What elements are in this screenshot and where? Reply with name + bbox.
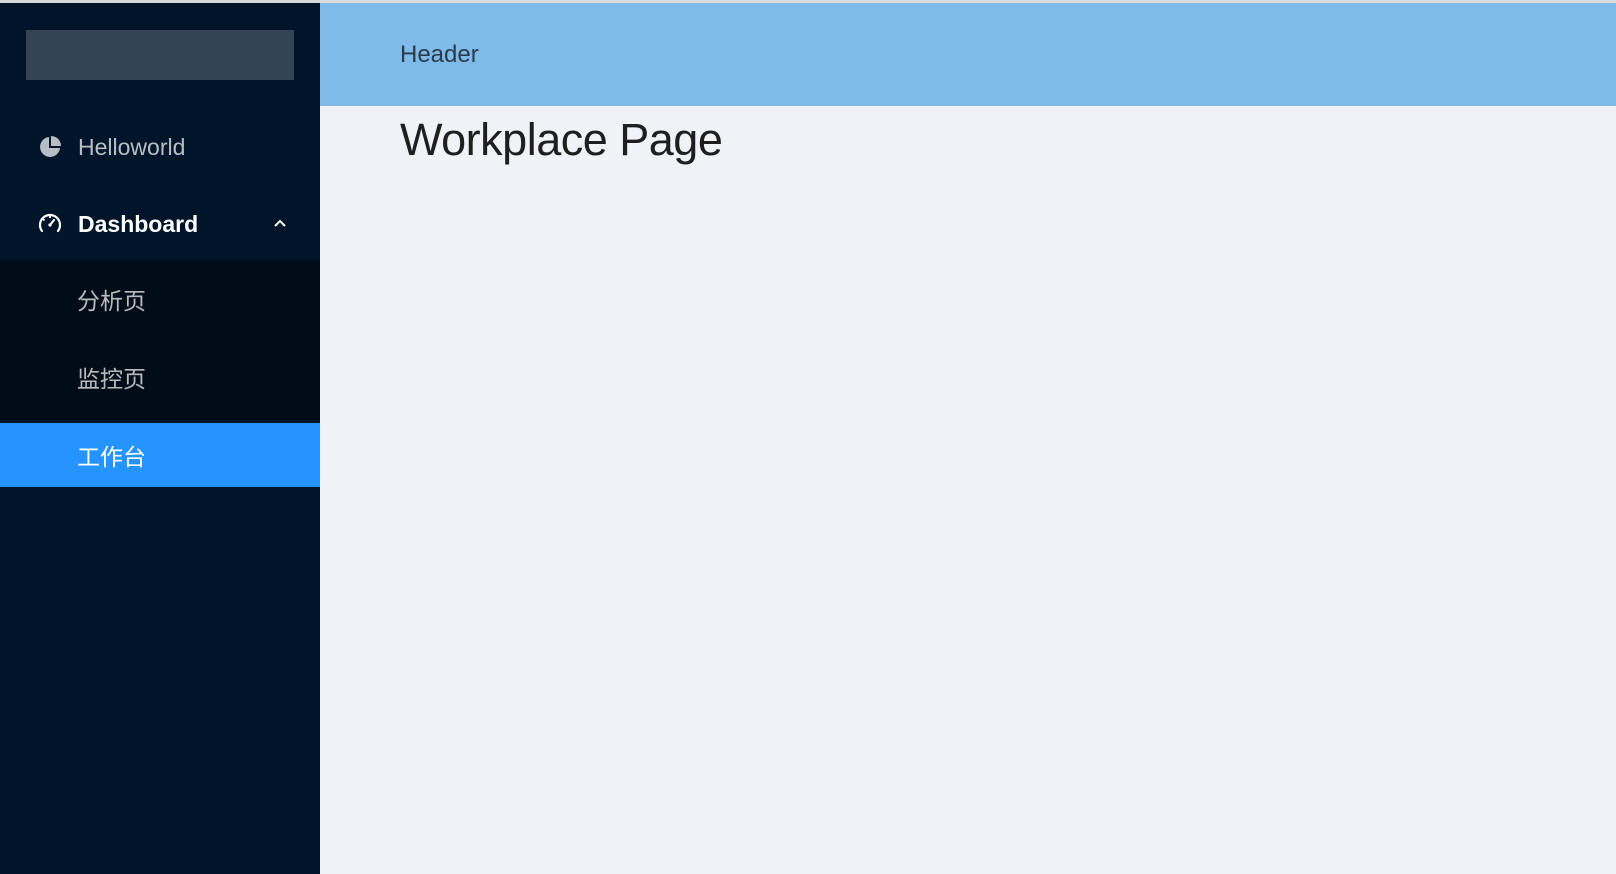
pie-chart-icon [36, 133, 64, 161]
header-title: Header [400, 41, 479, 68]
chevron-up-icon [270, 213, 290, 233]
main-content: Workplace Page [320, 106, 1616, 874]
page-title: Workplace Page [400, 114, 723, 165]
menu-item-dashboard[interactable]: Dashboard [0, 191, 320, 257]
menu-item-helloworld[interactable]: Helloworld [0, 114, 320, 180]
submenu-item-label: 分析页 [77, 288, 146, 314]
menu-item-label: Helloworld [78, 133, 186, 160]
submenu-item-monitor[interactable]: 监控页 [0, 347, 320, 407]
header-bar: Header [320, 3, 1616, 106]
sidebar: Helloworld Dashboard 分析页 监控页 工作台 [0, 3, 320, 874]
menu-item-label: Dashboard [78, 210, 199, 237]
submenu-item-label: 监控页 [77, 366, 146, 392]
dashboard-submenu: 分析页 监控页 [0, 260, 320, 420]
submenu-item-workplace[interactable]: 工作台 [0, 423, 320, 487]
submenu-item-label: 工作台 [77, 444, 146, 470]
dashboard-icon [36, 210, 64, 238]
logo-placeholder [26, 30, 294, 80]
submenu-item-analysis[interactable]: 分析页 [0, 269, 320, 329]
